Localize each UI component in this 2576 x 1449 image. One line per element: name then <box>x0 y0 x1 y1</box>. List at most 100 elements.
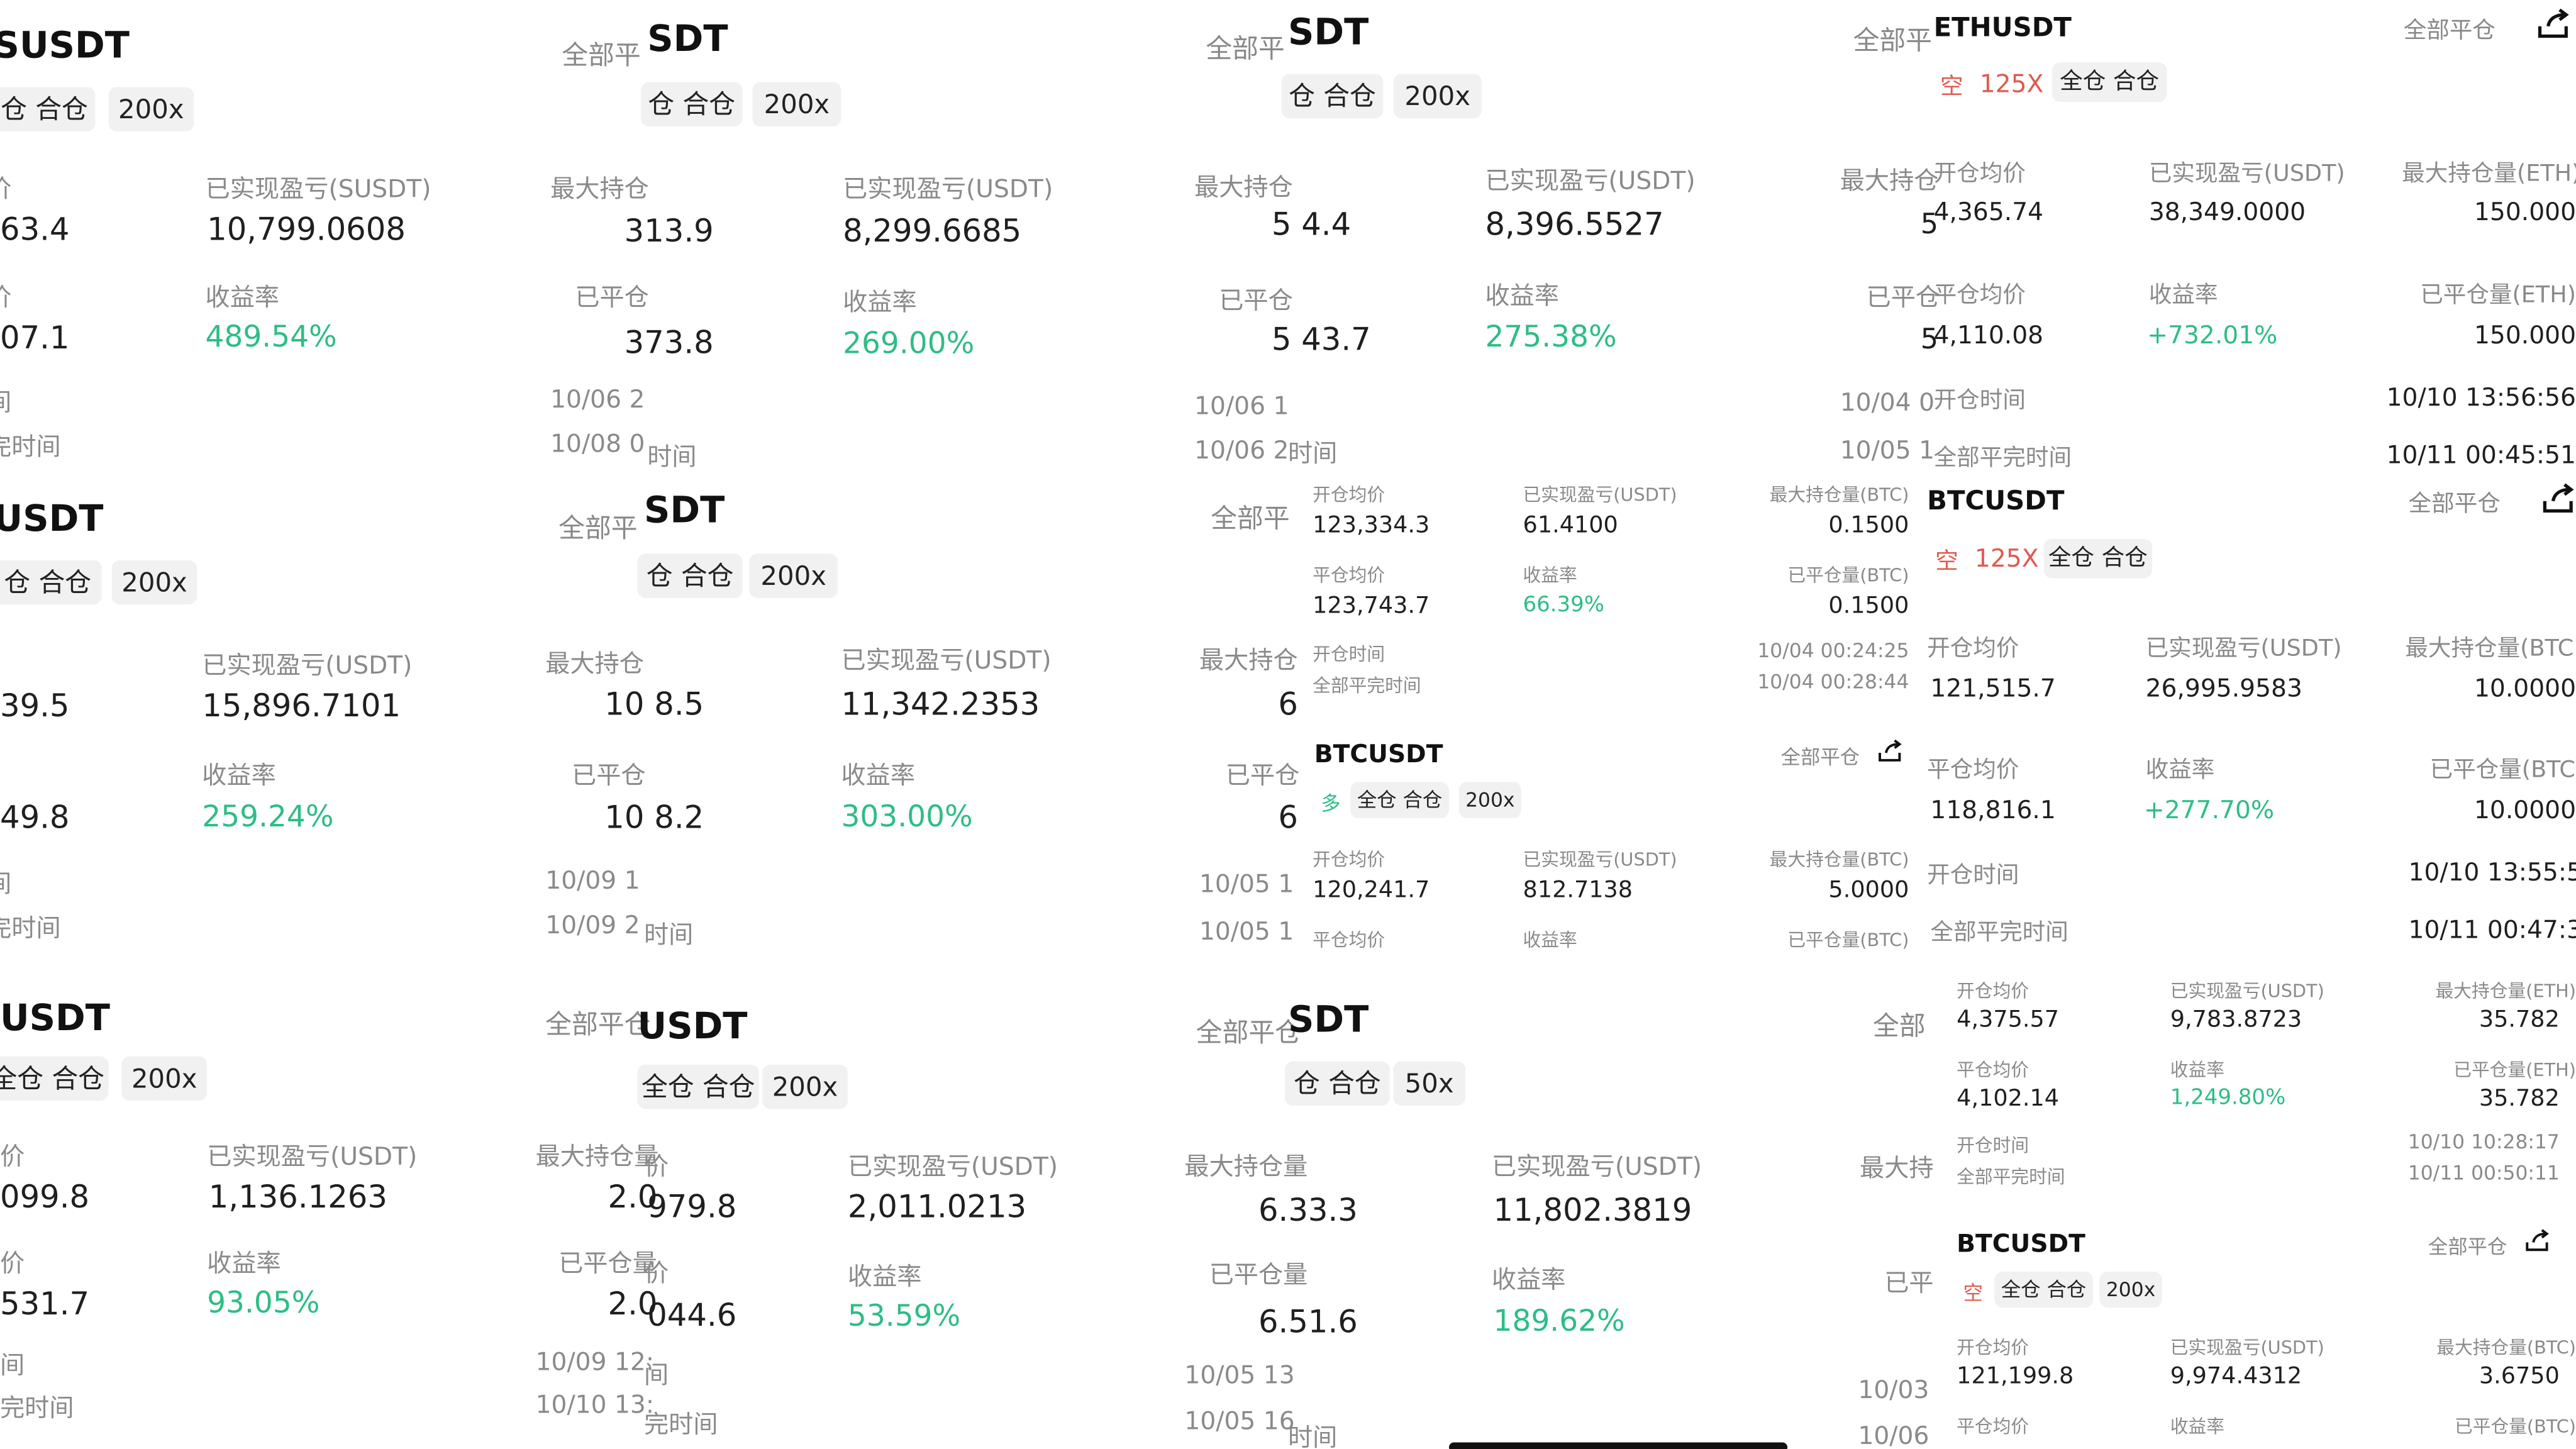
closed-label: 已平 <box>1884 1268 1934 1298</box>
close-all-button[interactable]: 全部平 <box>1206 26 1284 66</box>
margin-mode-tag: 全仓 合仓 <box>1994 1271 2094 1308</box>
side-short-badge: 空 <box>1963 1281 1984 1305</box>
symbol-title: SDT <box>1288 1000 1369 1042</box>
roi-label: 收益率 <box>205 282 280 313</box>
share-icon[interactable] <box>2540 481 2576 517</box>
open-time-value: 10/10 10:28:17 <box>2407 1130 2560 1153</box>
position-card-r3d-bottom: BTCUSDT 全部平仓 空 全仓 合仓 200x 开仓均价 121,199.8… <box>1948 1212 2576 1449</box>
closed-label: 已平仓 <box>1219 286 1293 316</box>
close-time-label: 全部平完时间 <box>1930 919 2068 947</box>
closed-label: 已平仓量(BTC) <box>1787 565 1909 587</box>
share-icon[interactable] <box>2535 6 2575 42</box>
open-avg-label: 开仓均价 <box>1313 484 1385 506</box>
leverage-tag: 200x <box>108 87 194 131</box>
close-all-button[interactable]: 全部平 <box>1211 496 1289 536</box>
roi-value: 269.00% <box>843 326 975 362</box>
pnl-label: 已实现盈亏(USDT) <box>207 1141 418 1172</box>
close-all-button[interactable]: 全部平仓 <box>1781 743 1860 770</box>
close-all-button[interactable]: 全部 <box>1873 1004 1926 1043</box>
close-time-label: 完时间 <box>0 1393 74 1423</box>
close-price-value: 49.8 <box>0 800 70 836</box>
max-position-label: 最大持仓量(BTC) <box>2436 1337 2576 1359</box>
roi-value: 259.24% <box>202 800 334 835</box>
close-time-label: 完时间 <box>644 1409 718 1440</box>
open-time-value: 10/05 13 <box>1184 1360 1295 1390</box>
leverage-tag: 200x <box>1393 74 1482 119</box>
max-position-value: 6 <box>1278 686 1298 723</box>
roi-value: 93.05% <box>207 1286 320 1321</box>
open-avg-value: 4,375.57 <box>1957 1007 2060 1034</box>
open-price-value: 63.4 <box>0 211 70 248</box>
open-avg-label: 开仓均价 <box>1957 980 2029 1002</box>
pnl-value: 11,802.3819 <box>1493 1192 1692 1229</box>
close-avg-label: 平仓均价 <box>1927 757 2019 784</box>
position-card-r2d: BTCUSDT 全部平仓 空 125X 全仓 合仓 开仓均价 121,515.7… <box>1919 476 2576 970</box>
close-price-label: 价 <box>644 1258 669 1289</box>
pnl-value: 9,974.4312 <box>2170 1363 2302 1390</box>
pnl-label: 已实现盈亏(USDT) <box>847 1152 1058 1182</box>
close-all-button[interactable]: 全部平 <box>562 33 640 72</box>
max-position-value: 5 4.4 <box>1271 207 1352 243</box>
pnl-label: 已实现盈亏(USDT) <box>2145 635 2342 662</box>
share-icon[interactable] <box>2523 1227 2553 1255</box>
margin-mode-tag: 仓 合仓 <box>0 560 102 605</box>
pnl-value: 8,396.5527 <box>1485 207 1664 243</box>
open-time-value: 10/03 <box>1858 1375 1929 1405</box>
close-all-button[interactable]: 全部平仓 <box>2428 1232 2507 1260</box>
position-card-r2c-bottom: BTCUSDT 全部平仓 多 全仓 合仓 200x 开仓均价 120,241.7… <box>1304 723 1916 970</box>
position-card-r1b: 全部平 SDT 仓 合仓 200x 最大持仓 313.9 已平仓 373.8 1… <box>542 0 1183 480</box>
close-all-button[interactable]: 全部平仓 <box>2409 486 2501 519</box>
share-icon[interactable] <box>1876 738 1906 765</box>
max-position-value: 150.000 <box>2473 197 2576 227</box>
max-position-label: 最大持仓量(ETH) <box>2435 980 2576 1002</box>
open-time-value: 10/04 00:24:25 <box>1757 639 1909 662</box>
close-time-value: 10/06 <box>1858 1421 1929 1449</box>
closed-value: 150.000 <box>2473 320 2576 350</box>
close-all-button-partial[interactable]: 全部平 <box>1853 18 1932 58</box>
leverage-tag: 200x <box>111 560 197 605</box>
max-position-label: 最大持仓 <box>1199 645 1298 675</box>
pnl-label: 已实现盈亏(USDT) <box>2148 161 2345 187</box>
max-position-label: 最大持仓量(BTC) <box>1769 849 1909 871</box>
close-time-value: 10/11 00:47:37 <box>2408 915 2576 945</box>
close-all-button[interactable]: 全部平 <box>558 506 637 546</box>
open-time-value: 10/09 1 <box>545 865 640 896</box>
open-avg-value: 121,515.7 <box>1930 674 2056 704</box>
screenshot-collage: SUSDT 仓 合仓 200x 价 63.4 已实现盈亏(SUSDT) 10,7… <box>0 0 2576 1449</box>
symbol-title: USDT <box>0 999 110 1040</box>
pnl-label: 已实现盈亏(USDT) <box>1523 849 1677 871</box>
close-time-value: 10/08 0 <box>550 428 645 458</box>
open-avg-label: 开仓均价 <box>1313 849 1385 871</box>
roi-value: +277.70% <box>2143 795 2275 825</box>
close-all-button[interactable]: 全部平仓 <box>545 1002 650 1041</box>
open-price-value: 979.8 <box>647 1189 737 1226</box>
position-card-r2b: 全部平 SDT 仓 合仓 200x 最大持仓 10 8.5 已平仓 10 8.2… <box>538 483 1183 970</box>
max-position-value: 10.0000 <box>2473 674 2576 704</box>
close-time-value: 10/04 00:28:44 <box>1757 670 1909 694</box>
pnl-label: 已实现盈亏(USDT) <box>2170 980 2324 1002</box>
closed-label: 已平仓量(BTC) <box>1787 930 1909 952</box>
close-time-value: 10/05 16 <box>1184 1406 1295 1436</box>
roi-value: +732.01% <box>2147 320 2278 350</box>
close-avg-label: 平仓均价 <box>1313 565 1385 587</box>
max-position-value: 6.33.3 <box>1258 1192 1358 1229</box>
closed-label: 已平仓 <box>572 760 646 791</box>
roi-label: 收益率 <box>2170 1059 2224 1081</box>
open-time-value: 10/05 1 <box>1199 869 1294 899</box>
closed-label: 已平仓 <box>575 282 649 313</box>
closed-label: 已平仓量(ETH) <box>2420 282 2576 309</box>
closed-value: 5 43.7 <box>1271 322 1371 358</box>
closed-label: 已平仓 <box>1225 760 1300 791</box>
leverage-text: 125X <box>1979 69 2044 99</box>
close-all-button[interactable]: 全部平仓 <box>1196 1011 1301 1050</box>
open-time-value: 10/10 13:55:59 <box>2408 857 2576 887</box>
pnl-value: 812.7138 <box>1523 877 1633 904</box>
closed-label: 已平仓量(BTC) <box>2454 1416 2576 1438</box>
close-all-button[interactable]: 全部平仓 <box>2404 13 2496 46</box>
open-time-label: 间 <box>0 866 11 901</box>
margin-mode-tag: 仓 合仓 <box>637 553 743 598</box>
close-price-value: 531.7 <box>0 1286 90 1323</box>
open-price-label: 价 <box>0 1141 25 1172</box>
close-price-value: 07.1 <box>0 320 70 357</box>
max-position-label-partial: 最大持仓 <box>1840 165 1939 196</box>
